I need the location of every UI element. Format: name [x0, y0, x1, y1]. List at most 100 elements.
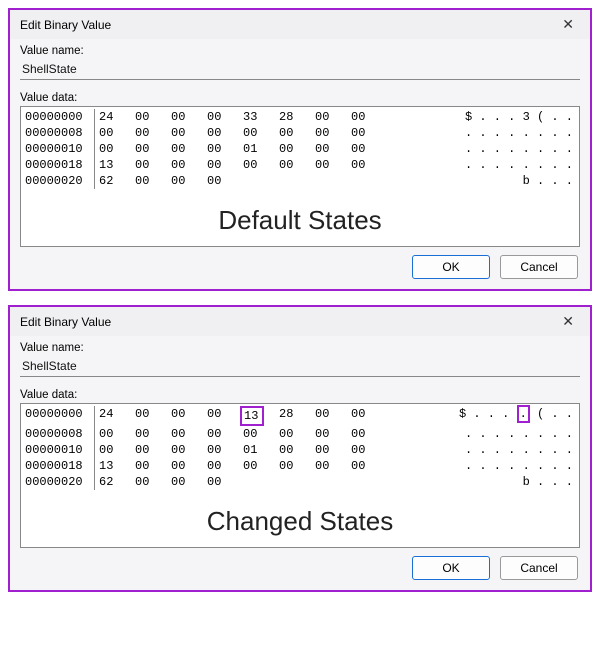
hex-cell[interactable]: 00 — [279, 157, 315, 173]
cancel-button[interactable]: Cancel — [500, 556, 578, 580]
hex-cell[interactable]: 13 — [243, 406, 279, 426]
hex-cell[interactable]: 00 — [351, 442, 387, 458]
hex-cell[interactable]: 00 — [243, 426, 279, 442]
hex-cell[interactable]: 00 — [135, 406, 171, 426]
hex-cell[interactable]: 00 — [99, 442, 135, 458]
ascii-cell: . . . . . . . . — [465, 141, 577, 157]
hex-cell[interactable]: 00 — [171, 474, 207, 490]
hex-grid[interactable]: 000000002400000033280000$ . . . 3 ( . .0… — [21, 107, 579, 191]
hex-cell[interactable]: 00 — [243, 157, 279, 173]
hex-cell[interactable]: 00 — [279, 141, 315, 157]
hex-cell[interactable]: 00 — [279, 426, 315, 442]
hex-cell[interactable] — [315, 173, 351, 189]
offset-cell: 00000008 — [23, 426, 95, 442]
hex-cell[interactable]: 33 — [243, 109, 279, 125]
hex-cell[interactable]: 00 — [351, 109, 387, 125]
hex-cell[interactable]: 00 — [207, 442, 243, 458]
hex-cell[interactable]: 00 — [279, 458, 315, 474]
ok-button[interactable]: OK — [412, 255, 490, 279]
hex-cell[interactable]: 00 — [279, 125, 315, 141]
hex-cell[interactable]: 00 — [243, 125, 279, 141]
hex-cell[interactable]: 00 — [135, 474, 171, 490]
hex-cell[interactable]: 28 — [279, 109, 315, 125]
hex-cell[interactable]: 00 — [171, 458, 207, 474]
hex-row: 000000080000000000000000. . . . . . . . — [23, 125, 577, 141]
ok-button[interactable]: OK — [412, 556, 490, 580]
highlighted-hex: 13 — [240, 406, 264, 426]
hex-cell[interactable]: 00 — [351, 406, 387, 426]
hex-cell[interactable]: 00 — [243, 458, 279, 474]
hex-cell[interactable]: 00 — [207, 141, 243, 157]
hex-cell[interactable]: 00 — [315, 426, 351, 442]
hex-cell[interactable]: 00 — [315, 458, 351, 474]
hex-cell[interactable] — [243, 474, 279, 490]
hex-cell[interactable]: 00 — [135, 442, 171, 458]
hex-cell[interactable]: 00 — [171, 109, 207, 125]
hex-cell[interactable] — [279, 173, 315, 189]
hex-cell[interactable]: 00 — [207, 426, 243, 442]
hex-cell[interactable]: 24 — [99, 109, 135, 125]
hex-cell[interactable]: 62 — [99, 173, 135, 189]
close-icon[interactable]: ✕ — [554, 311, 582, 332]
hex-cell[interactable]: 00 — [135, 173, 171, 189]
hex-cell[interactable]: 00 — [135, 125, 171, 141]
hex-cell[interactable] — [315, 474, 351, 490]
hex-cell[interactable]: 13 — [99, 458, 135, 474]
hex-cell[interactable]: 00 — [351, 426, 387, 442]
hex-cell[interactable]: 00 — [99, 426, 135, 442]
hex-cell[interactable]: 01 — [243, 141, 279, 157]
hex-cell[interactable]: 00 — [207, 109, 243, 125]
hex-cell[interactable] — [243, 173, 279, 189]
hex-cell[interactable]: 00 — [351, 157, 387, 173]
hex-cell[interactable] — [351, 474, 387, 490]
hex-cell[interactable]: 24 — [99, 406, 135, 426]
hex-cell[interactable]: 00 — [171, 157, 207, 173]
hex-row: 000000080000000000000000. . . . . . . . — [23, 426, 577, 442]
offset-cell: 00000018 — [23, 458, 95, 474]
hex-cell[interactable]: 00 — [207, 458, 243, 474]
hex-cell[interactable]: 00 — [99, 141, 135, 157]
hex-cell[interactable]: 01 — [243, 442, 279, 458]
hex-cell[interactable]: 00 — [315, 109, 351, 125]
hex-cell[interactable]: 00 — [135, 426, 171, 442]
hex-cell[interactable] — [279, 474, 315, 490]
hex-cell[interactable]: 00 — [315, 406, 351, 426]
hex-cell[interactable]: 00 — [171, 173, 207, 189]
cancel-button[interactable]: Cancel — [500, 255, 578, 279]
value-name-field[interactable]: ShellState — [20, 356, 580, 377]
hex-cell[interactable]: 00 — [171, 426, 207, 442]
hex-cell[interactable]: 00 — [207, 474, 243, 490]
hex-cell[interactable]: 00 — [351, 125, 387, 141]
hex-cell[interactable]: 00 — [315, 141, 351, 157]
value-name-field[interactable]: ShellState — [20, 59, 580, 80]
hex-cell[interactable]: 00 — [351, 458, 387, 474]
hex-cell[interactable]: 28 — [279, 406, 315, 426]
hex-cell[interactable]: 00 — [315, 157, 351, 173]
hex-cell[interactable]: 00 — [99, 125, 135, 141]
hex-cell[interactable]: 00 — [207, 406, 243, 426]
hex-cell[interactable]: 00 — [135, 109, 171, 125]
hex-cell[interactable]: 00 — [171, 125, 207, 141]
hex-editor[interactable]: 000000002400000033280000$ . . . 3 ( . .0… — [20, 106, 580, 247]
hex-cell[interactable]: 00 — [135, 157, 171, 173]
hex-cell[interactable]: 00 — [171, 141, 207, 157]
hex-cell[interactable]: 00 — [207, 173, 243, 189]
hex-grid[interactable]: 000000002400000013280000$ . . . . ( . .0… — [21, 404, 579, 492]
hex-cell[interactable]: 13 — [99, 157, 135, 173]
hex-cell[interactable]: 00 — [315, 125, 351, 141]
hex-cell[interactable] — [351, 173, 387, 189]
hex-cell[interactable]: 00 — [315, 442, 351, 458]
hex-cell[interactable]: 00 — [279, 442, 315, 458]
titlebar: Edit Binary Value ✕ — [10, 307, 590, 336]
dialog-title: Edit Binary Value — [20, 18, 111, 32]
hex-editor[interactable]: 000000002400000013280000$ . . . . ( . .0… — [20, 403, 580, 548]
hex-cell[interactable]: 00 — [207, 125, 243, 141]
hex-cell[interactable]: 00 — [135, 458, 171, 474]
hex-cell[interactable]: 00 — [351, 141, 387, 157]
hex-cell[interactable]: 00 — [207, 157, 243, 173]
hex-cell[interactable]: 00 — [171, 442, 207, 458]
close-icon[interactable]: ✕ — [554, 14, 582, 35]
hex-cell[interactable]: 62 — [99, 474, 135, 490]
hex-cell[interactable]: 00 — [171, 406, 207, 426]
hex-cell[interactable]: 00 — [135, 141, 171, 157]
